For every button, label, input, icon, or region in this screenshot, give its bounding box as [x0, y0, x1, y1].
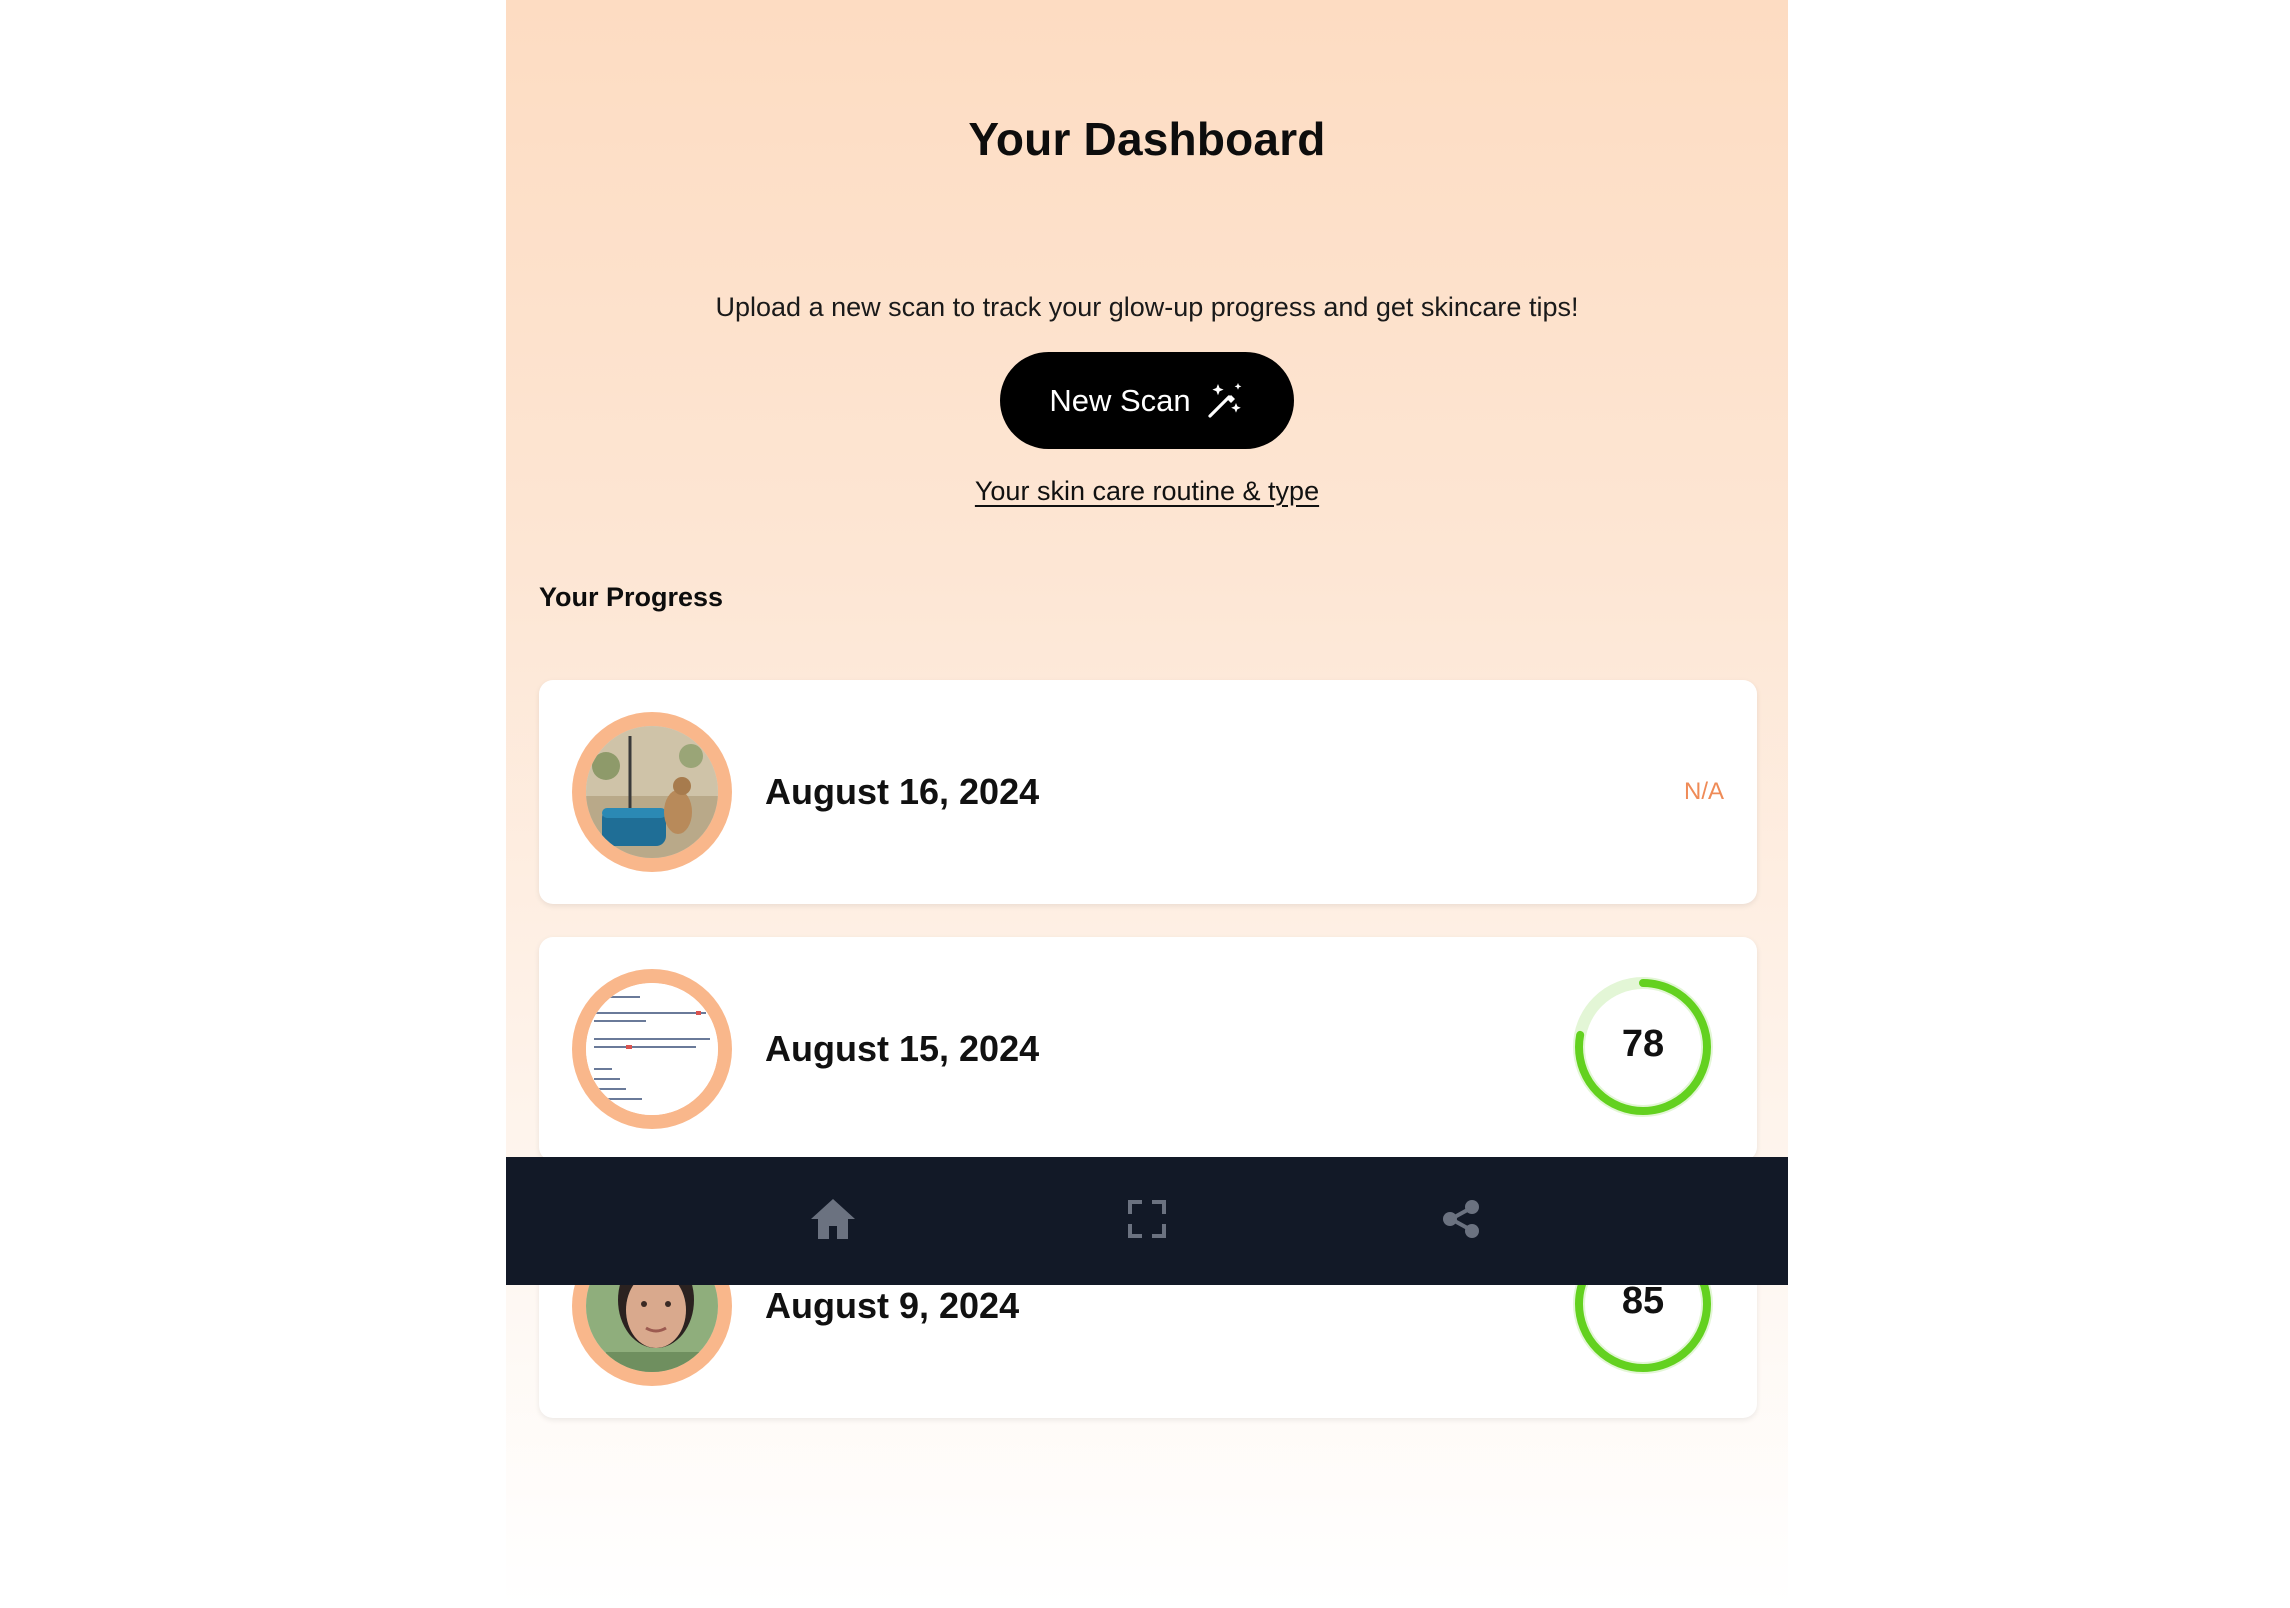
scan-prompt-text: Upload a new scan to track your glow-up … [715, 292, 1579, 322]
page-title: Your Dashboard [968, 113, 1326, 165]
scan-date: August 16, 2024 [765, 771, 1040, 812]
score-ring: 78 [1567, 971, 1719, 1123]
share-icon [1441, 1199, 1481, 1244]
score-not-available: N/A [1683, 778, 1724, 805]
scan-photo-animal-outdoor [586, 726, 718, 858]
scan-thumbnail [572, 969, 732, 1129]
bottom-navigation [506, 1157, 1788, 1285]
progress-card[interactable]: August 15, 2024 78 [539, 937, 1757, 1161]
progress-card[interactable]: August 16, 2024 N/A [539, 680, 1757, 904]
magic-wand-icon [1205, 381, 1245, 421]
skin-care-routine-link[interactable]: Your skin care routine & type [506, 476, 1788, 507]
new-scan-label: New Scan [1049, 382, 1191, 418]
scan-thumbnail [572, 712, 732, 872]
home-icon [809, 1197, 857, 1246]
score-value: 78 [1621, 1022, 1665, 1065]
scan-date: August 15, 2024 [765, 1028, 1040, 1069]
scan-frame-icon [1127, 1199, 1167, 1244]
new-scan-button[interactable]: New Scan [1000, 352, 1294, 449]
dashboard-screen: Your Dashboard Upload a new scan to trac… [506, 0, 1788, 1608]
nav-home-button[interactable] [803, 1191, 863, 1251]
nav-scan-button[interactable] [1117, 1191, 1177, 1251]
nav-share-button[interactable] [1431, 1191, 1491, 1251]
progress-section-heading: Your Progress [539, 582, 724, 612]
scan-photo-text-document [586, 983, 718, 1115]
